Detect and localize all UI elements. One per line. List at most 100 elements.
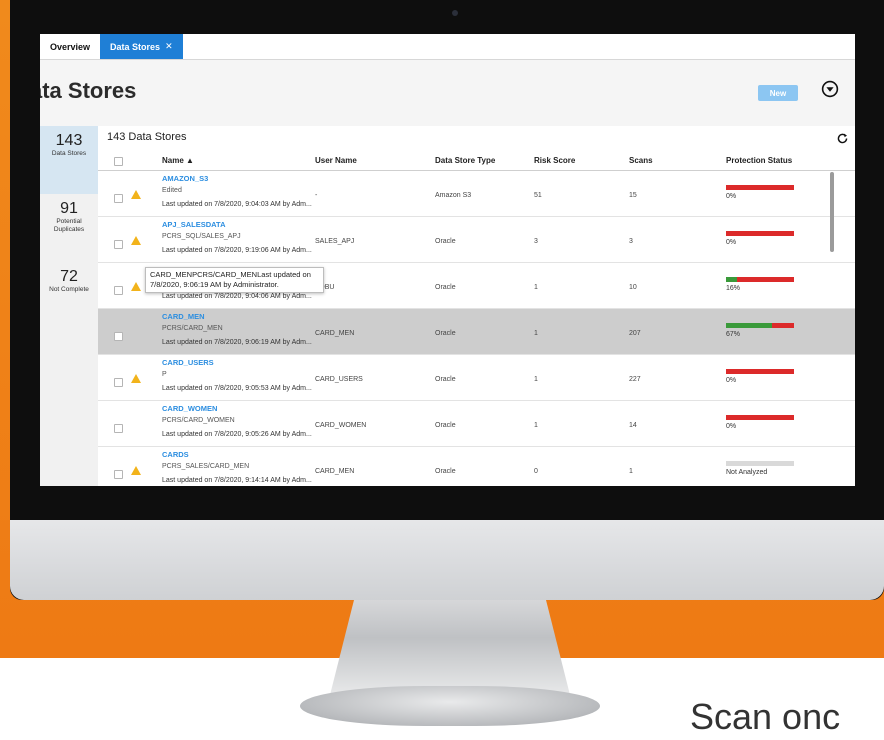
tab-data-stores[interactable]: Data Stores ✕	[100, 34, 183, 59]
data-store-description: PCRS/CARD_MEN	[162, 325, 223, 332]
data-stores-panel: 143 Data Stores Name ▲ User Name Data St…	[98, 126, 855, 486]
row-checkbox[interactable]	[114, 194, 123, 203]
risk-score-cell: 1	[534, 422, 538, 429]
last-updated-text: Last updated on 7/8/2020, 9:06:19 AM by …	[162, 339, 312, 346]
data-store-name-link[interactable]: APJ_SALESDATA	[162, 220, 225, 229]
user-name-cell: CARD_MEN	[315, 468, 355, 475]
row-checkbox[interactable]	[114, 332, 123, 341]
data-store-type-cell: Oracle	[435, 284, 456, 291]
user-name-cell: -	[315, 192, 318, 199]
risk-score-cell: 51	[534, 192, 542, 199]
data-store-name-link[interactable]: CARD_MEN	[162, 312, 205, 321]
row-checkbox[interactable]	[114, 470, 123, 479]
stat-label: Data Stores	[51, 150, 87, 157]
protection-bar	[726, 461, 794, 466]
table-body: AMAZON_S3 Edited Last updated on 7/8/2020,…	[98, 171, 855, 486]
protection-status-text: 67%	[726, 331, 741, 338]
unprotected-segment	[726, 415, 794, 420]
tab-label: Data Stores	[110, 41, 161, 52]
data-store-type-cell: Oracle	[435, 238, 456, 245]
marketing-caption: Scan onc	[690, 696, 841, 737]
data-store-name-link[interactable]: CARDS	[162, 450, 189, 459]
table-row[interactable]: CARD_MEN PCRS/CARD_MEN Last updated on 7/8…	[98, 309, 855, 355]
risk-score-cell: 3	[534, 238, 538, 245]
scans-cell: 15	[629, 192, 637, 199]
header-scans[interactable]: Scans	[629, 156, 653, 165]
protection-status-text: 16%	[726, 285, 741, 292]
row-checkbox[interactable]	[114, 424, 123, 433]
stat-potential-duplicates[interactable]: 91 Potential Duplicates	[40, 194, 98, 262]
data-store-description: Edited	[162, 187, 182, 194]
table-row[interactable]: CARD_WOMEN PCRS/CARD_WOMEN Last updated on…	[98, 401, 855, 447]
warning-triangle-icon	[131, 282, 141, 291]
new-button[interactable]: New	[758, 85, 798, 101]
risk-score-cell: 0	[534, 468, 538, 475]
tab-overview[interactable]: Overview	[40, 34, 100, 59]
protection-status-text: Not Analyzed	[726, 469, 768, 476]
data-store-name-link[interactable]: AMAZON_S3	[162, 174, 208, 183]
row-checkbox[interactable]	[114, 378, 123, 387]
stat-value: 143	[55, 132, 83, 149]
scans-cell: 3	[629, 238, 633, 245]
scans-cell: 1	[629, 468, 633, 475]
protection-status-text: 0%	[726, 193, 737, 200]
protection-status-text: 0%	[726, 423, 737, 430]
data-store-name-link[interactable]: CARD_WOMEN	[162, 404, 217, 413]
header-protection-status[interactable]: Protection Status	[726, 156, 792, 165]
camera-dot	[452, 10, 458, 16]
data-store-type-cell: Oracle	[435, 422, 456, 429]
risk-score-cell: 1	[534, 376, 538, 383]
stat-value: 91	[60, 200, 78, 217]
protection-bar	[726, 415, 794, 420]
table-row[interactable]: CARDS PCRS_SALES/CARD_MEN Last updated on …	[98, 447, 855, 486]
header-data-store-type[interactable]: Data Store Type	[435, 156, 495, 165]
table-row[interactable]: CARD_USERS P Last updated on 7/8/2020, 9:0…	[98, 355, 855, 401]
stat-data-stores[interactable]: 143 Data Stores	[40, 126, 98, 194]
page-title: ata Stores	[40, 78, 137, 103]
scrollbar[interactable]	[830, 172, 834, 252]
warning-triangle-icon	[131, 236, 141, 245]
protected-segment	[726, 277, 737, 282]
user-name-cell: CARD_WOMEN	[315, 422, 367, 429]
protection-status-text: 0%	[726, 377, 737, 384]
protection-bar	[726, 277, 794, 282]
data-store-description: P	[162, 371, 167, 378]
protection-bar	[726, 231, 794, 236]
header-risk-score[interactable]: Risk Score	[534, 156, 575, 165]
row-checkbox[interactable]	[114, 240, 123, 249]
tab-bar: Overview Data Stores ✕	[40, 34, 855, 60]
table-row[interactable]: APJ_SALESDATA PCRS_SQL/SALES_APJ Last upda…	[98, 217, 855, 263]
last-updated-text: Last updated on 7/8/2020, 9:04:06 AM by …	[162, 293, 312, 300]
data-store-name-link[interactable]: CARD_USERS	[162, 358, 214, 367]
warning-triangle-icon	[131, 374, 141, 383]
last-updated-text: Last updated on 7/8/2020, 9:05:53 AM by …	[162, 385, 312, 392]
monitor-chin	[10, 520, 884, 600]
header-name[interactable]: Name ▲	[162, 156, 194, 165]
close-icon[interactable]: ✕	[165, 41, 173, 52]
unprotected-segment	[726, 185, 794, 190]
header-user-name[interactable]: User Name	[315, 156, 357, 165]
last-updated-text: Last updated on 7/8/2020, 9:05:26 AM by …	[162, 431, 312, 438]
select-all-checkbox[interactable]	[114, 157, 123, 166]
stat-label: Not Complete	[49, 286, 89, 293]
scans-cell: 227	[629, 376, 641, 383]
stat-value: 72	[60, 268, 78, 285]
data-store-type-cell: Oracle	[435, 330, 456, 337]
last-updated-text: Last updated on 7/8/2020, 9:19:06 AM by …	[162, 247, 312, 254]
protection-bar	[726, 323, 794, 328]
stat-label: Potential Duplicates	[53, 218, 85, 233]
refresh-icon[interactable]	[836, 132, 849, 145]
table-row[interactable]: AMAZON_S3 Edited Last updated on 7/8/2020,…	[98, 171, 855, 217]
panel-title: 143 Data Stores	[107, 131, 187, 143]
unprotected-segment	[726, 231, 794, 236]
stats-sidebar: 143 Data Stores 91 Potential Duplicates …	[40, 126, 98, 486]
warning-triangle-icon	[131, 190, 141, 199]
data-store-type-cell: Amazon S3	[435, 192, 472, 199]
stat-not-complete[interactable]: 72 Not Complete	[40, 262, 98, 330]
monitor-stand-neck	[330, 600, 570, 695]
row-checkbox[interactable]	[114, 286, 123, 295]
tab-label: Overview	[50, 41, 91, 52]
data-store-description: PCRS_SALES/CARD_MEN	[162, 463, 250, 470]
chevron-down-circle-icon[interactable]	[821, 80, 839, 98]
scans-cell: 207	[629, 330, 641, 337]
